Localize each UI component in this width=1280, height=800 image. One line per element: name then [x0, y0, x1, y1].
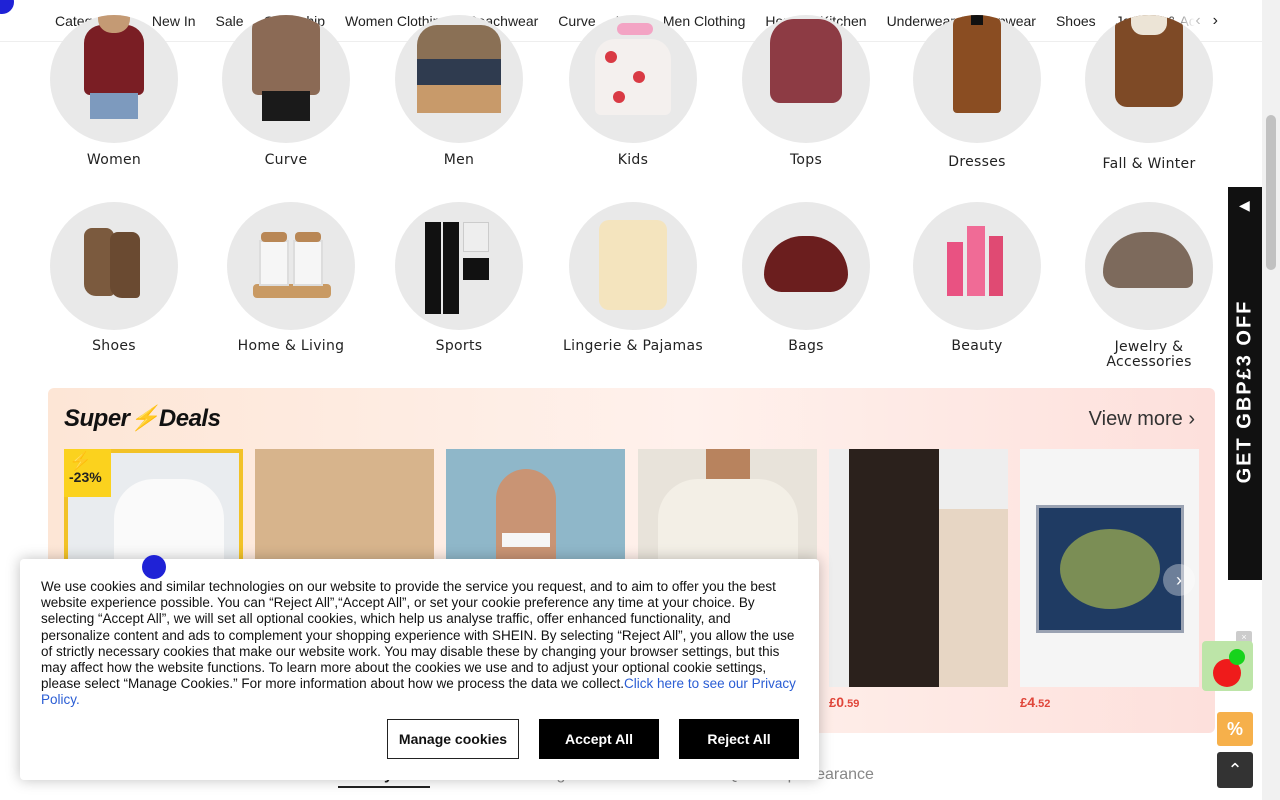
category-dresses[interactable]: Dresses [892, 15, 1062, 170]
category-lingerie-pajamas-image [569, 202, 697, 330]
category-curve[interactable]: Curve [201, 15, 371, 168]
category-tops[interactable]: Tops [721, 15, 891, 168]
category-sports-image [395, 202, 523, 330]
category-curve-image [222, 15, 350, 143]
back-to-top-icon[interactable]: ⌃ [1217, 752, 1253, 788]
deal-product-6[interactable]: › [1020, 449, 1199, 687]
category-bags-label: Bags [788, 338, 824, 354]
category-dresses-image [913, 15, 1041, 143]
category-curve-label: Curve [264, 152, 308, 168]
super-deals-title-a: Super [64, 405, 130, 432]
category-sports-label: Sports [435, 338, 483, 354]
cookie-consent-banner: We use cookies and similar technologies … [20, 559, 819, 780]
deal-price-5-whole: 0 [836, 694, 845, 710]
category-shoes-image [50, 202, 178, 330]
category-kids-image [569, 15, 697, 143]
category-shoes-label: Shoes [92, 338, 136, 354]
category-women[interactable]: Women [29, 15, 199, 168]
category-fall-winter-label: Fall & Winter [1102, 156, 1196, 172]
category-women-image [50, 15, 178, 143]
category-kids[interactable]: Kids [548, 15, 718, 168]
category-jewelry-accessories-label: Jewelry & Accessories [1106, 339, 1192, 370]
side-promo-collapse-icon[interactable]: ◀ [1239, 197, 1250, 214]
category-men[interactable]: Men [374, 15, 544, 168]
category-sports[interactable]: Sports [374, 202, 544, 354]
category-men-label: Men [443, 152, 475, 168]
deal-price-5: £0.59 [829, 694, 859, 710]
view-more-link[interactable]: View more › [1089, 408, 1195, 431]
side-promo-banner[interactable]: ◀ GET GBP£3 OFF [1228, 187, 1263, 580]
accept-all-button[interactable]: Accept All [539, 719, 659, 759]
side-promo-text: GET GBP£3 OFF [1233, 299, 1256, 484]
manage-cookies-button[interactable]: Manage cookies [387, 719, 519, 759]
category-lingerie-pajamas[interactable]: Lingerie & Pajamas [548, 202, 718, 354]
category-jewelry-accessories[interactable]: Jewelry & Accessories [1064, 202, 1234, 370]
category-women-label: Women [86, 152, 142, 168]
category-bags-image [742, 202, 870, 330]
category-jewelry-accessories-image [1085, 202, 1213, 330]
category-beauty[interactable]: Beauty [892, 202, 1062, 354]
category-kids-label: Kids [617, 152, 649, 168]
discount-badge-text: -23% [69, 469, 102, 485]
category-home-living[interactable]: Home & Living [206, 202, 376, 354]
super-deals-title-b: Deals [158, 405, 221, 432]
deal-price-6-whole: 4 [1027, 694, 1036, 710]
carousel-next-icon[interactable]: › [1163, 564, 1195, 596]
super-deals-title: Super⚡Deals [64, 404, 221, 433]
discount-badge: ⚡ -23% [64, 449, 111, 497]
category-fall-winter-image [1085, 15, 1213, 143]
deal-price-6: £4.52 [1020, 694, 1050, 710]
page-scrollbar[interactable] [1262, 0, 1280, 800]
reject-all-button[interactable]: Reject All [679, 719, 799, 759]
cookie-body: We use cookies and similar technologies … [41, 579, 795, 692]
deal-price-6-fraction: .52 [1035, 698, 1051, 710]
cookie-text: We use cookies and similar technologies … [41, 579, 801, 709]
category-home-living-label: Home & Living [237, 338, 345, 354]
category-men-image [395, 15, 523, 143]
deal-price-5-fraction: .59 [844, 698, 860, 710]
category-home-living-image [227, 202, 355, 330]
category-shoes[interactable]: Shoes [29, 202, 199, 354]
category-tops-image [742, 15, 870, 143]
category-dresses-label: Dresses [948, 154, 1006, 170]
category-lingerie-pajamas-label: Lingerie & Pajamas [563, 338, 703, 354]
super-deals-bolt-icon: ⚡ [129, 405, 160, 432]
marker-dot-blue [142, 555, 166, 579]
category-beauty-image [913, 202, 1041, 330]
category-tops-label: Tops [789, 152, 823, 168]
scrollbar-thumb[interactable] [1266, 115, 1276, 270]
category-bags[interactable]: Bags [721, 202, 891, 354]
marker-dot-green [1229, 649, 1245, 665]
category-beauty-label: Beauty [951, 338, 1003, 354]
deal-product-5[interactable] [829, 449, 1008, 687]
category-fall-winter[interactable]: Fall & Winter [1064, 15, 1234, 172]
coupon-percent-icon[interactable]: % [1217, 712, 1253, 746]
